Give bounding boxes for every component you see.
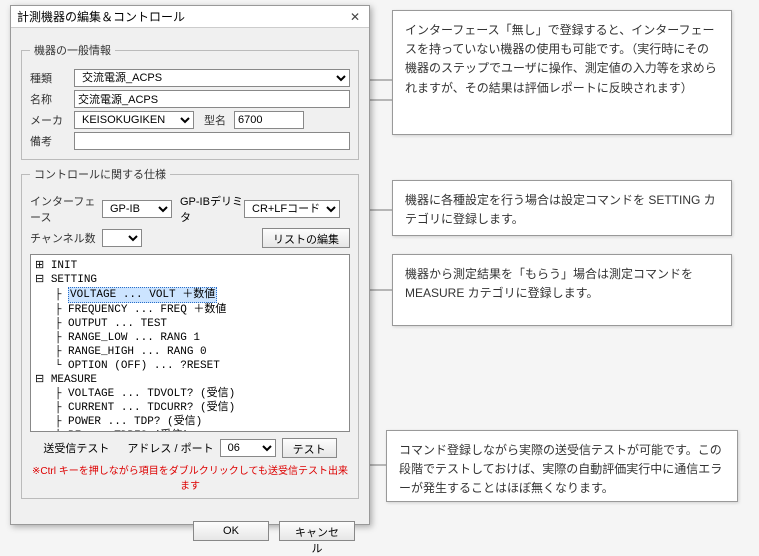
maker-select[interactable]: KEISOKUGIKEN [74,111,194,129]
tree-node-measure[interactable]: ⊟ MEASURE [35,373,345,387]
channel-label: チャンネル数 [30,230,102,246]
name-label: 名称 [30,91,74,107]
tree-node-voltage-set[interactable]: ├ VOLTAGE ... VOLT ＋数値 [35,287,345,303]
control-spec-legend: コントロールに関する仕様 [30,166,170,182]
tree-node-range-low[interactable]: ├ RANGE_LOW ... RANG 1 [35,331,345,345]
callout-txrx-test: コマンド登録しながら実際の送受信テストが可能です。この段階でテストしておけば、実… [386,430,738,502]
tree-node-range-high[interactable]: ├ RANGE_HIGH ... RANG 0 [35,345,345,359]
type-select[interactable]: 交流電源_ACPS [74,69,350,87]
list-edit-button[interactable]: リストの編集 [262,228,350,248]
maker-label: メーカ [30,112,74,128]
callout-measure: 機器から測定結果を「もらう」場合は測定コマンドを MEASURE カテゴリに登録… [392,254,732,326]
gpib-delim-label: GP-IBデリミタ [180,193,244,225]
general-info-group: 機器の一般情報 種類 交流電源_ACPS 名称 メーカ KEISOKUGIKEN… [21,42,359,160]
ctrl-hint: ※Ctrl キーを押しながら項目をダブルクリックしても送受信テスト出来ます [30,462,350,492]
tree-node-voltage-meas[interactable]: ├ VOLTAGE ... TDVOLT? (受信) [35,387,345,401]
tree-node-output[interactable]: ├ OUTPUT ... TEST [35,317,345,331]
name-input[interactable] [74,90,350,108]
ok-button[interactable]: OK [193,521,269,541]
edit-instrument-dialog: 計測機器の編集＆コントロール ✕ 機器の一般情報 種類 交流電源_ACPS 名称… [10,5,370,525]
callout-setting: 機器に各種設定を行う場合は設定コマンドを SETTING カテゴリに登録します。 [392,180,732,236]
type-label: 種類 [30,70,74,86]
tree-node-option[interactable]: └ OPTION (OFF) ... ?RESET [35,359,345,373]
note-input[interactable] [74,132,350,150]
tree-node-current[interactable]: ├ CURRENT ... TDCURR? (受信) [35,401,345,415]
model-input[interactable] [234,111,304,129]
dialog-title: 計測機器の編集＆コントロール [17,8,347,25]
interface-select[interactable]: GP-IB [102,200,172,218]
test-button[interactable]: テスト [282,438,337,458]
channel-select[interactable] [102,229,142,247]
titlebar: 計測機器の編集＆コントロール ✕ [11,6,369,28]
tree-node-setting[interactable]: ⊟ SETTING [35,273,345,287]
tree-node-init[interactable]: ⊞ INIT [35,259,345,273]
addr-port-label: アドレス / ポート [127,440,213,456]
addr-port-select[interactable]: 06 [220,439,276,457]
txrx-test-label: 送受信テスト [43,440,109,456]
general-info-legend: 機器の一般情報 [30,42,115,58]
note-label: 備考 [30,133,74,149]
command-tree[interactable]: ⊞ INIT ⊟ SETTING ├ VOLTAGE ... VOLT ＋数値 … [30,254,350,432]
model-label: 型名 [204,112,234,128]
callout-interface-none: インターフェース「無し」で登録すると、インターフェースを持っていない機器の使用も… [392,10,732,135]
control-spec-group: コントロールに関する仕様 インターフェース GP-IB GP-IBデリミタ CR… [21,166,359,499]
tree-node-power[interactable]: ├ POWER ... TDP? (受信) [35,415,345,429]
gpib-delim-select[interactable]: CR+LFコード [244,200,340,218]
cancel-button[interactable]: キャンセル [279,521,355,541]
close-icon[interactable]: ✕ [347,9,363,25]
tree-node-pf[interactable]: └ PF ... TDPF? (受信) [35,429,345,432]
tree-node-frequency[interactable]: ├ FREQUENCY ... FREQ ＋数値 [35,303,345,317]
interface-label: インターフェース [30,193,102,225]
